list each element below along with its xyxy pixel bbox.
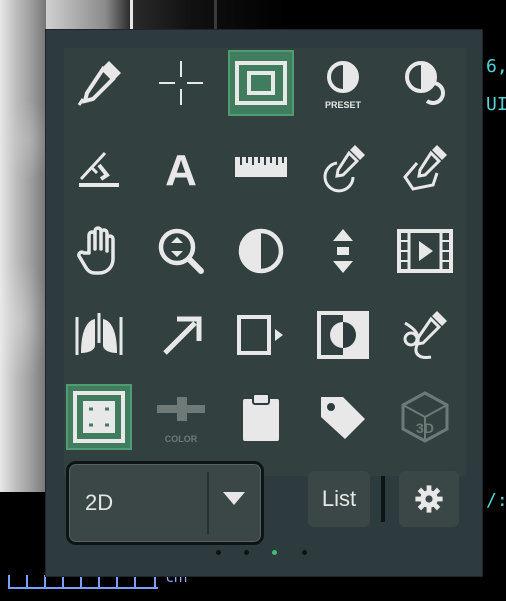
tool-pan[interactable] (66, 218, 132, 284)
invert-icon (317, 311, 369, 359)
viewer-image-background (0, 0, 46, 492)
contrast-reset-icon (405, 61, 445, 105)
overlay-text-3: /: (486, 490, 506, 511)
text-annotation-icon: A (165, 146, 197, 195)
color-caption: COLOR (164, 434, 198, 444)
3d-cube-icon: 3D (401, 391, 449, 443)
tool-eyedropper-link[interactable] (392, 302, 458, 368)
tool-scroll-stack[interactable] (310, 218, 376, 284)
tool-angle-measure[interactable] (66, 134, 132, 200)
arrow-annotation-icon (163, 316, 202, 355)
tool-roi-eyedropper[interactable] (310, 134, 376, 200)
hand-pan-icon (77, 226, 115, 275)
toolbar-divider (381, 476, 385, 522)
tool-contrast-reset[interactable] (392, 50, 458, 116)
roi-eyedropper-icon (323, 145, 365, 193)
tool-crosshair[interactable] (148, 50, 214, 116)
crosshair-icon (159, 61, 203, 105)
page-dot[interactable] (302, 550, 307, 555)
lungs-icon (75, 313, 123, 355)
tool-polygon-eyedropper[interactable] (392, 134, 458, 200)
tool-text[interactable]: A (148, 134, 214, 200)
ruler-icon (235, 157, 287, 177)
view-mode-dropdown[interactable]: 2D (66, 461, 264, 545)
page-dot[interactable] (216, 550, 221, 555)
overlay-text-1: 6, (486, 56, 506, 77)
svg-text:A: A (165, 146, 197, 195)
tool-arrow[interactable] (148, 302, 214, 368)
tag-icon (321, 397, 365, 439)
page-dot[interactable] (244, 550, 249, 555)
zoom-icon (158, 228, 204, 274)
eyedropper-link-icon (403, 311, 447, 359)
clipboard-icon (243, 393, 279, 441)
preset-caption: PRESET (324, 100, 361, 110)
polygon-eyedropper-icon (403, 145, 447, 191)
scroll-stack-icon (333, 229, 353, 273)
dropdown-divider (207, 472, 209, 534)
cine-film-icon (397, 229, 453, 273)
tool-zoom[interactable] (148, 218, 214, 284)
chevron-down-icon (223, 492, 245, 505)
frame-fit-icon (235, 61, 287, 105)
tool-ruler[interactable] (228, 134, 294, 200)
tool-grid: PRESET A COLOR 3D (64, 48, 466, 476)
tool-lungs[interactable] (66, 302, 132, 368)
settings-button[interactable] (399, 471, 459, 527)
eyedropper-icon (77, 61, 121, 106)
viewer-image-top-strip (46, 0, 286, 30)
window-level-icon (238, 228, 284, 274)
next-frame-icon (237, 315, 283, 355)
tool-clipboard[interactable] (228, 384, 294, 450)
tool-window-level[interactable] (228, 218, 294, 284)
tool-eyedropper[interactable] (66, 50, 132, 116)
angle-measure-icon (79, 151, 119, 187)
page-dot-current[interactable] (272, 550, 277, 555)
fit-window-icon (73, 391, 125, 443)
tool-contrast-preset[interactable]: PRESET (310, 50, 376, 116)
gear-icon (415, 485, 443, 513)
tool-fit-window[interactable] (66, 384, 132, 450)
tool-tag[interactable] (310, 384, 376, 450)
tool-palette: PRESET A COLOR 3D 2D List (46, 30, 482, 576)
tool-next-frame[interactable] (228, 302, 294, 368)
tool-frame-fit[interactable] (228, 50, 294, 116)
tool-color-slider[interactable]: COLOR (148, 384, 214, 450)
list-button[interactable]: List (308, 471, 370, 527)
tool-cine[interactable] (392, 218, 458, 284)
overlay-text-2: UI (486, 94, 506, 115)
tool-invert[interactable] (310, 302, 376, 368)
tool-3d[interactable]: 3D (392, 384, 458, 450)
svg-text:3D: 3D (416, 420, 434, 436)
view-mode-value: 2D (85, 490, 114, 515)
